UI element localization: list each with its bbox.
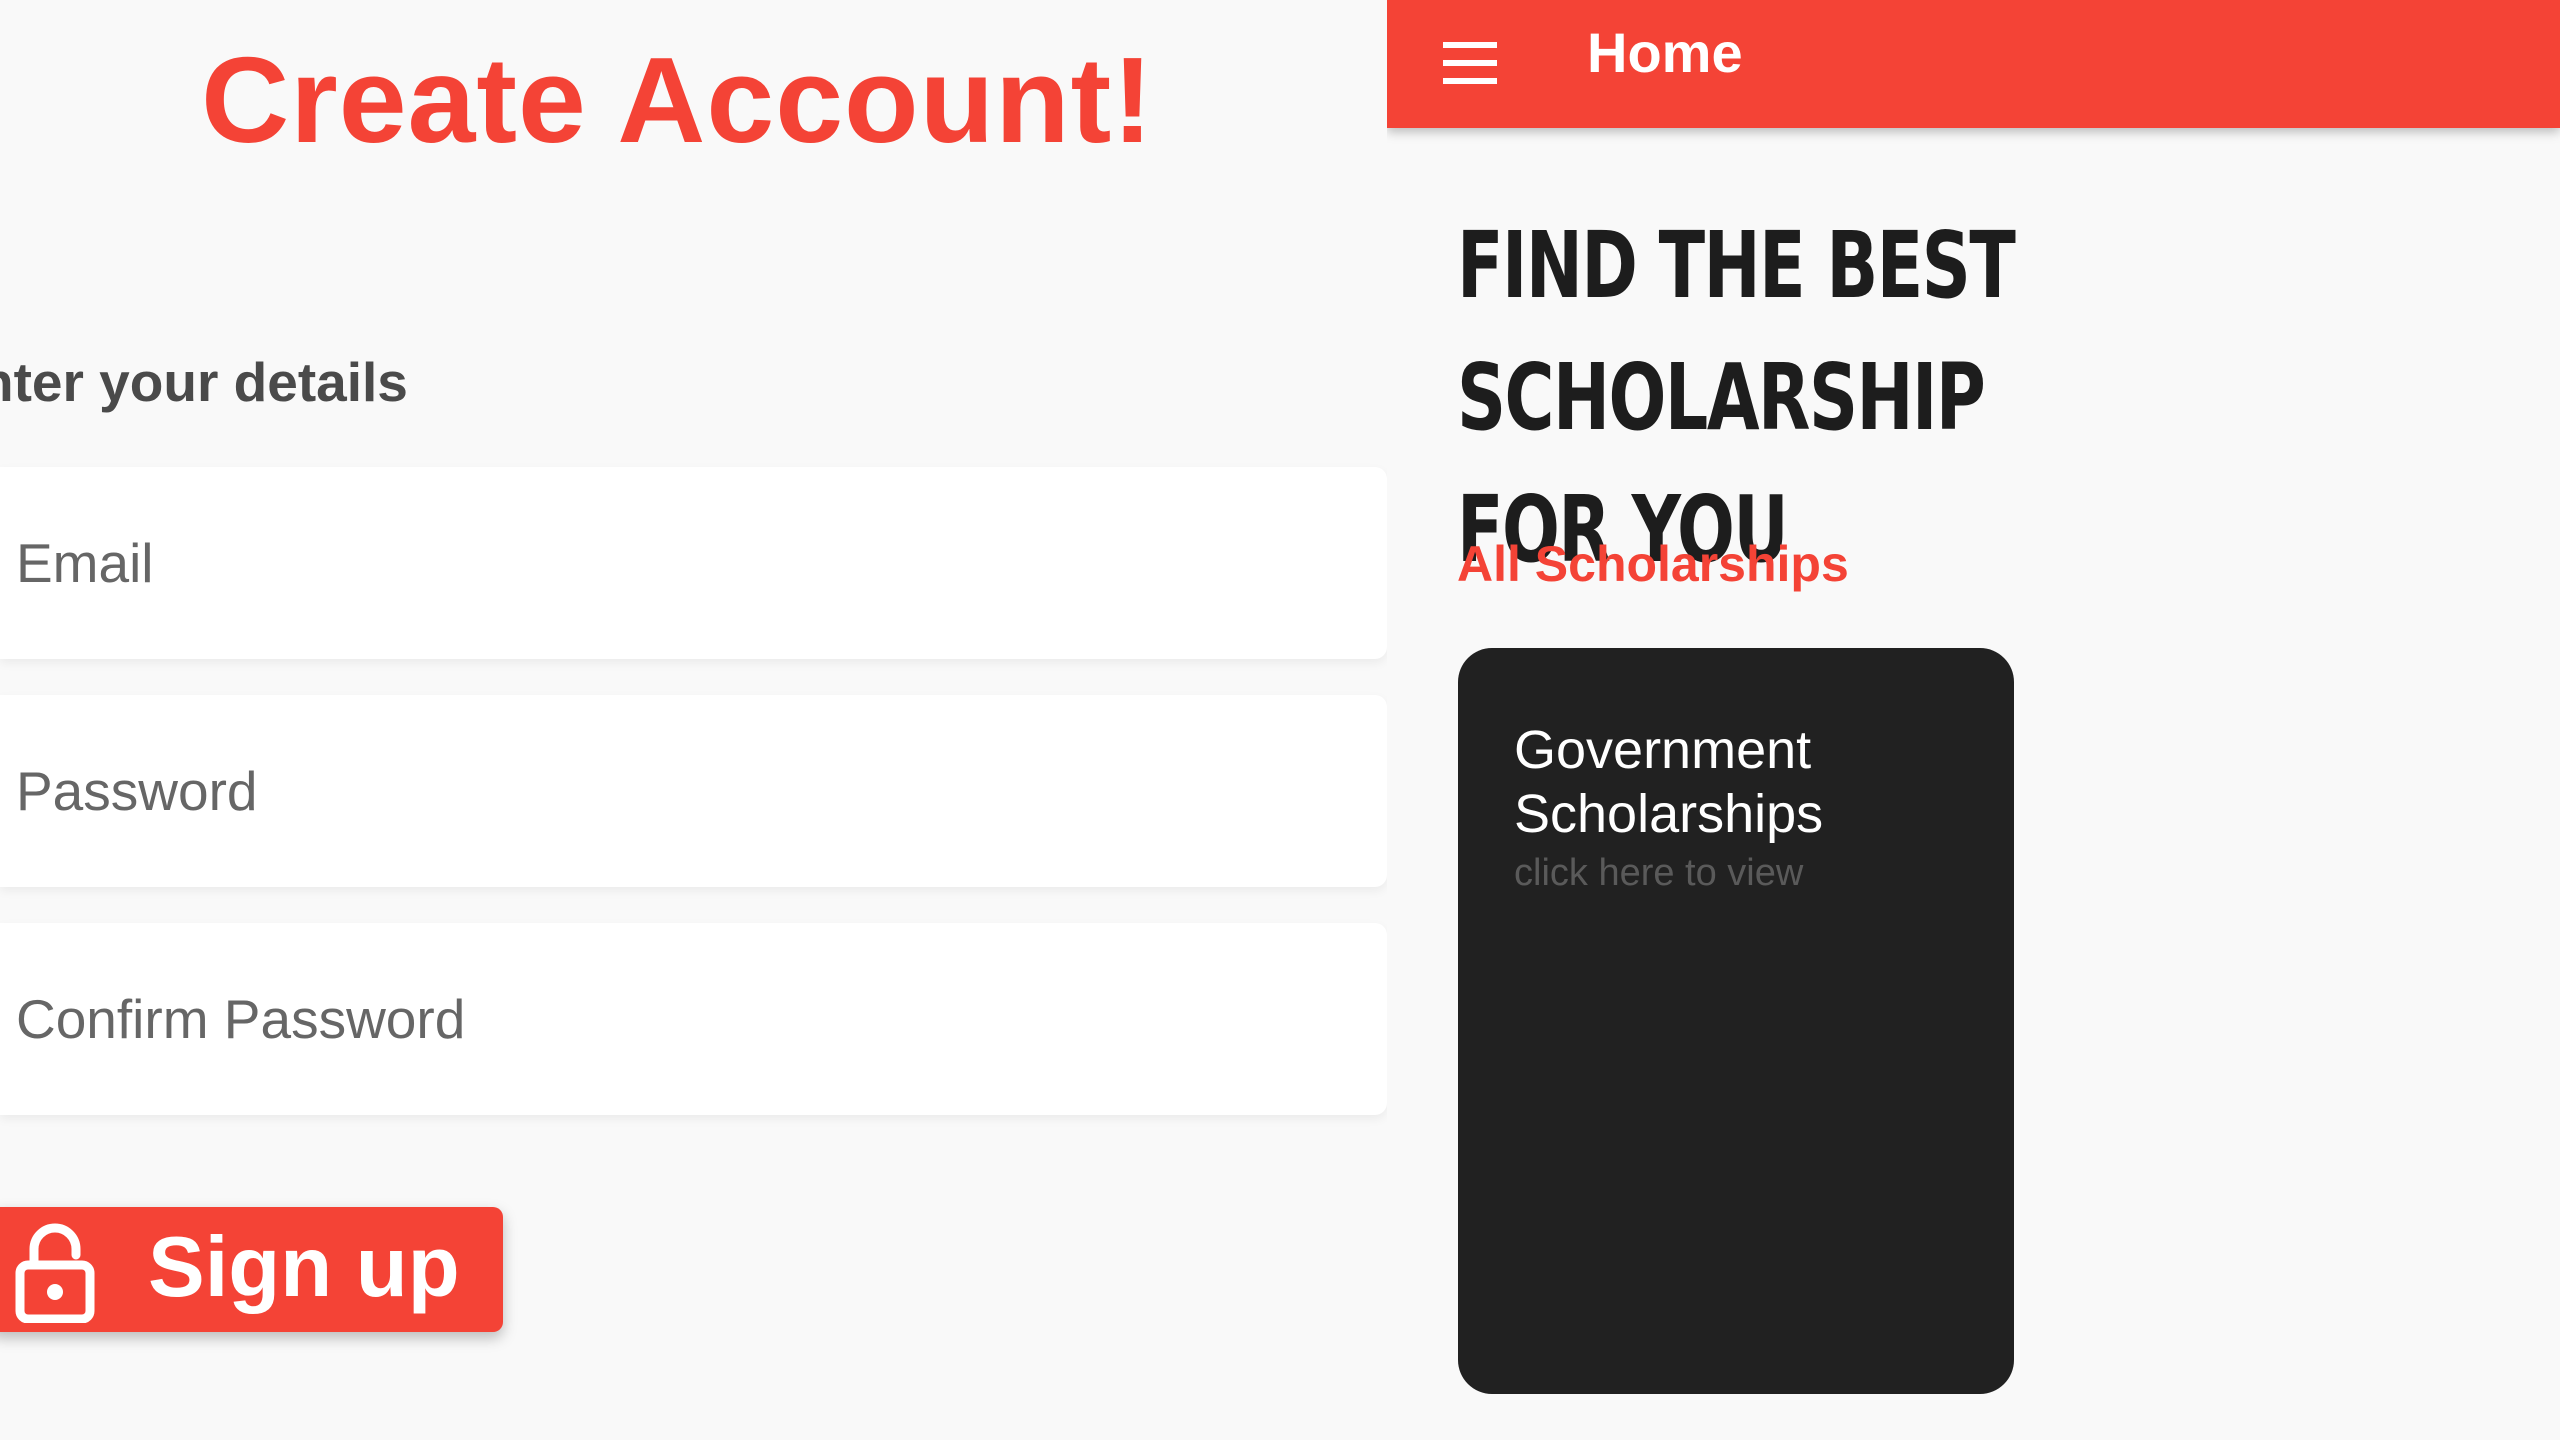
card-subtitle: click here to view <box>1514 852 1804 894</box>
password-field[interactable] <box>0 695 1387 887</box>
sign-up-label: Sign up <box>148 1220 460 1315</box>
email-field-container <box>0 467 1387 659</box>
app-bar: Home <box>1387 0 2560 128</box>
email-field[interactable] <box>0 467 1387 659</box>
confirm-password-field-container <box>0 923 1387 1115</box>
sign-up-button[interactable]: Sign up <box>0 1207 503 1332</box>
lock-icon <box>15 1223 95 1323</box>
password-field-container <box>0 695 1387 887</box>
home-screen: Home FIND THE BEST SCHOLARSHIP FOR YOU A… <box>1387 0 2560 1440</box>
confirm-password-field[interactable] <box>0 923 1387 1115</box>
menu-icon[interactable] <box>1437 30 1503 96</box>
page-title: Create Account! <box>201 32 1154 168</box>
card-title: Government Scholarships <box>1514 720 1824 844</box>
app-bar-title: Home <box>1587 21 1743 84</box>
all-scholarships-link[interactable]: All Scholarships <box>1457 535 1849 593</box>
headline-line-1: FIND THE BEST SCHOLARSHIP <box>1457 212 2016 451</box>
create-account-screen: Create Account! nter your details Sign u… <box>0 0 1387 1440</box>
details-subtitle: nter your details <box>0 351 408 413</box>
scholarship-card[interactable]: Government Scholarships click here to vi… <box>1458 648 2014 1394</box>
